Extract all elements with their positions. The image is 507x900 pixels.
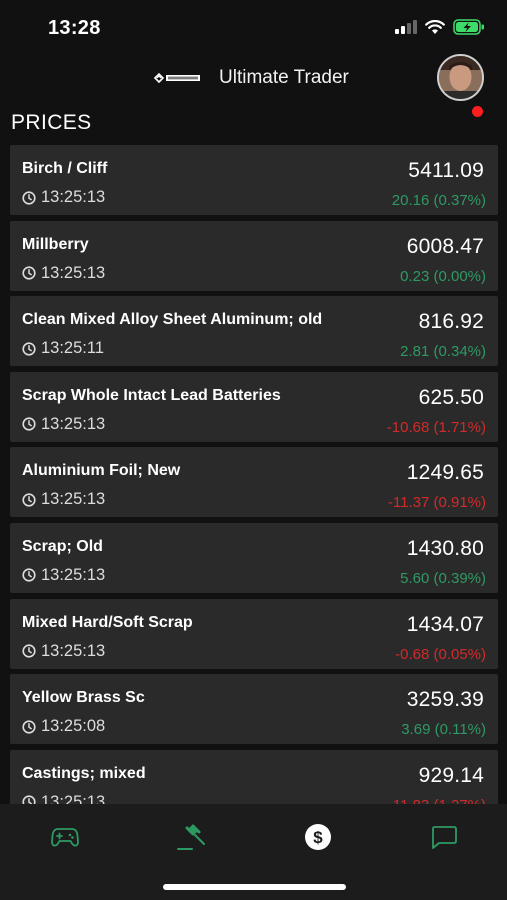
update-time-text: 13:25:13 bbox=[41, 641, 106, 660]
price-change: 5.60 (0.39%) bbox=[400, 569, 486, 587]
cellular-signal-icon bbox=[395, 20, 417, 34]
app-logo bbox=[152, 71, 202, 89]
update-time: 13:25:11 bbox=[22, 339, 104, 358]
price-change: -0.68 (0.05%) bbox=[395, 645, 486, 663]
price-list[interactable]: Birch / Cliff 13:25:13 5411.09 20.16 (0.… bbox=[10, 145, 498, 805]
status-time: 13:28 bbox=[48, 17, 101, 39]
clock-icon bbox=[22, 342, 36, 356]
price-row[interactable]: Millberry 13:25:13 6008.47 0.23 (0.00%) bbox=[10, 220, 498, 291]
update-time-text: 13:25:13 bbox=[41, 490, 106, 509]
tab-chat[interactable] bbox=[429, 822, 459, 852]
update-time-text: 13:25:13 bbox=[41, 188, 106, 206]
price-row[interactable]: Clean Mixed Alloy Sheet Aluminum; old 13… bbox=[10, 296, 498, 367]
price-value: 1434.07 bbox=[406, 612, 484, 636]
update-time: 13:25:13 bbox=[22, 490, 105, 509]
commodity-name: Aluminium Foil; New bbox=[22, 462, 181, 480]
price-row[interactable]: Mixed Hard/Soft Scrap 13:25:13 1434.07 -… bbox=[10, 598, 498, 669]
price-change: 2.81 (0.34%) bbox=[400, 343, 486, 361]
price-value: 6008.47 bbox=[406, 234, 484, 258]
price-value: 1249.65 bbox=[406, 461, 484, 485]
price-value: 1430.80 bbox=[406, 536, 484, 560]
dollar-circle-icon: $ bbox=[305, 824, 331, 850]
update-time-text: 13:25:11 bbox=[41, 339, 105, 358]
commodity-name: Birch / Cliff bbox=[22, 160, 108, 177]
user-avatar[interactable] bbox=[437, 54, 484, 101]
price-value: 929.14 bbox=[418, 763, 484, 787]
price-value: 3259.39 bbox=[406, 688, 484, 712]
gavel-icon bbox=[177, 824, 205, 850]
commodity-name: Scrap; Old bbox=[22, 537, 103, 555]
clock-icon bbox=[22, 720, 36, 734]
price-change: -10.68 (1.71%) bbox=[386, 418, 486, 436]
notification-dot bbox=[472, 106, 483, 117]
price-change: 20.16 (0.37%) bbox=[391, 192, 486, 209]
update-time-text: 13:25:13 bbox=[41, 414, 106, 433]
section-title: PRICES bbox=[11, 111, 92, 134]
clock-icon bbox=[22, 190, 36, 205]
commodity-name: Scrap Whole Intact Lead Batteries bbox=[22, 386, 281, 404]
commodity-name: Yellow Brass Sc bbox=[22, 689, 145, 707]
clock-icon bbox=[22, 644, 36, 658]
update-time-text: 13:25:13 bbox=[41, 263, 106, 282]
svg-text:$: $ bbox=[313, 828, 323, 847]
price-row[interactable]: Yellow Brass Sc 13:25:08 3259.39 3.69 (0… bbox=[10, 674, 498, 745]
update-time: 13:25:13 bbox=[22, 264, 105, 283]
tab-prices[interactable]: $ bbox=[303, 822, 333, 852]
gamepad-icon bbox=[51, 828, 79, 847]
update-time: 13:25:08 bbox=[22, 717, 105, 736]
chat-bubble-icon bbox=[432, 826, 457, 849]
commodity-name: Millberry bbox=[22, 235, 89, 253]
app-header: Ultimate Trader bbox=[0, 52, 507, 117]
clock-icon bbox=[22, 493, 36, 507]
home-indicator bbox=[163, 884, 346, 890]
update-time: 13:25:13 bbox=[22, 415, 105, 434]
update-time: 13:25:13 bbox=[22, 642, 105, 661]
clock-icon bbox=[22, 266, 36, 280]
app-title: Ultimate Trader bbox=[219, 67, 349, 88]
update-time: 13:25:13 bbox=[22, 566, 105, 585]
commodity-name: Mixed Hard/Soft Scrap bbox=[22, 613, 193, 631]
battery-charging-icon bbox=[453, 19, 484, 35]
price-row[interactable]: Birch / Cliff 13:25:13 5411.09 20.16 (0.… bbox=[10, 145, 498, 215]
price-value: 816.92 bbox=[418, 310, 484, 334]
price-change: 3.69 (0.11%) bbox=[401, 721, 486, 739]
status-icons bbox=[395, 19, 485, 35]
price-value: 5411.09 bbox=[408, 159, 484, 182]
commodity-name: Clean Mixed Alloy Sheet Aluminum; old bbox=[22, 311, 323, 329]
update-time: 13:25:13 bbox=[22, 188, 105, 207]
wifi-icon bbox=[425, 19, 445, 34]
tab-games[interactable] bbox=[50, 822, 80, 852]
clock-icon bbox=[22, 417, 36, 431]
price-change: 0.23 (0.00%) bbox=[400, 267, 486, 285]
price-row[interactable]: Aluminium Foil; New 13:25:13 1249.65 -11… bbox=[10, 447, 498, 518]
status-bar: 13:28 bbox=[0, 0, 507, 58]
update-time-text: 13:25:08 bbox=[41, 717, 106, 736]
update-time-text: 13:25:13 bbox=[41, 565, 106, 584]
price-row[interactable]: Scrap; Old 13:25:13 1430.80 5.60 (0.39%) bbox=[10, 522, 498, 593]
price-value: 625.50 bbox=[418, 385, 484, 409]
price-row[interactable]: Scrap Whole Intact Lead Batteries 13:25:… bbox=[10, 371, 498, 442]
commodity-name: Castings; mixed bbox=[22, 764, 146, 782]
price-change: -11.37 (0.91%) bbox=[387, 494, 486, 512]
clock-icon bbox=[22, 568, 36, 583]
price-row[interactable]: Castings; mixed 13:25:13 929.14 -11.83 (… bbox=[10, 749, 498, 805]
tab-auction[interactable] bbox=[176, 822, 206, 852]
